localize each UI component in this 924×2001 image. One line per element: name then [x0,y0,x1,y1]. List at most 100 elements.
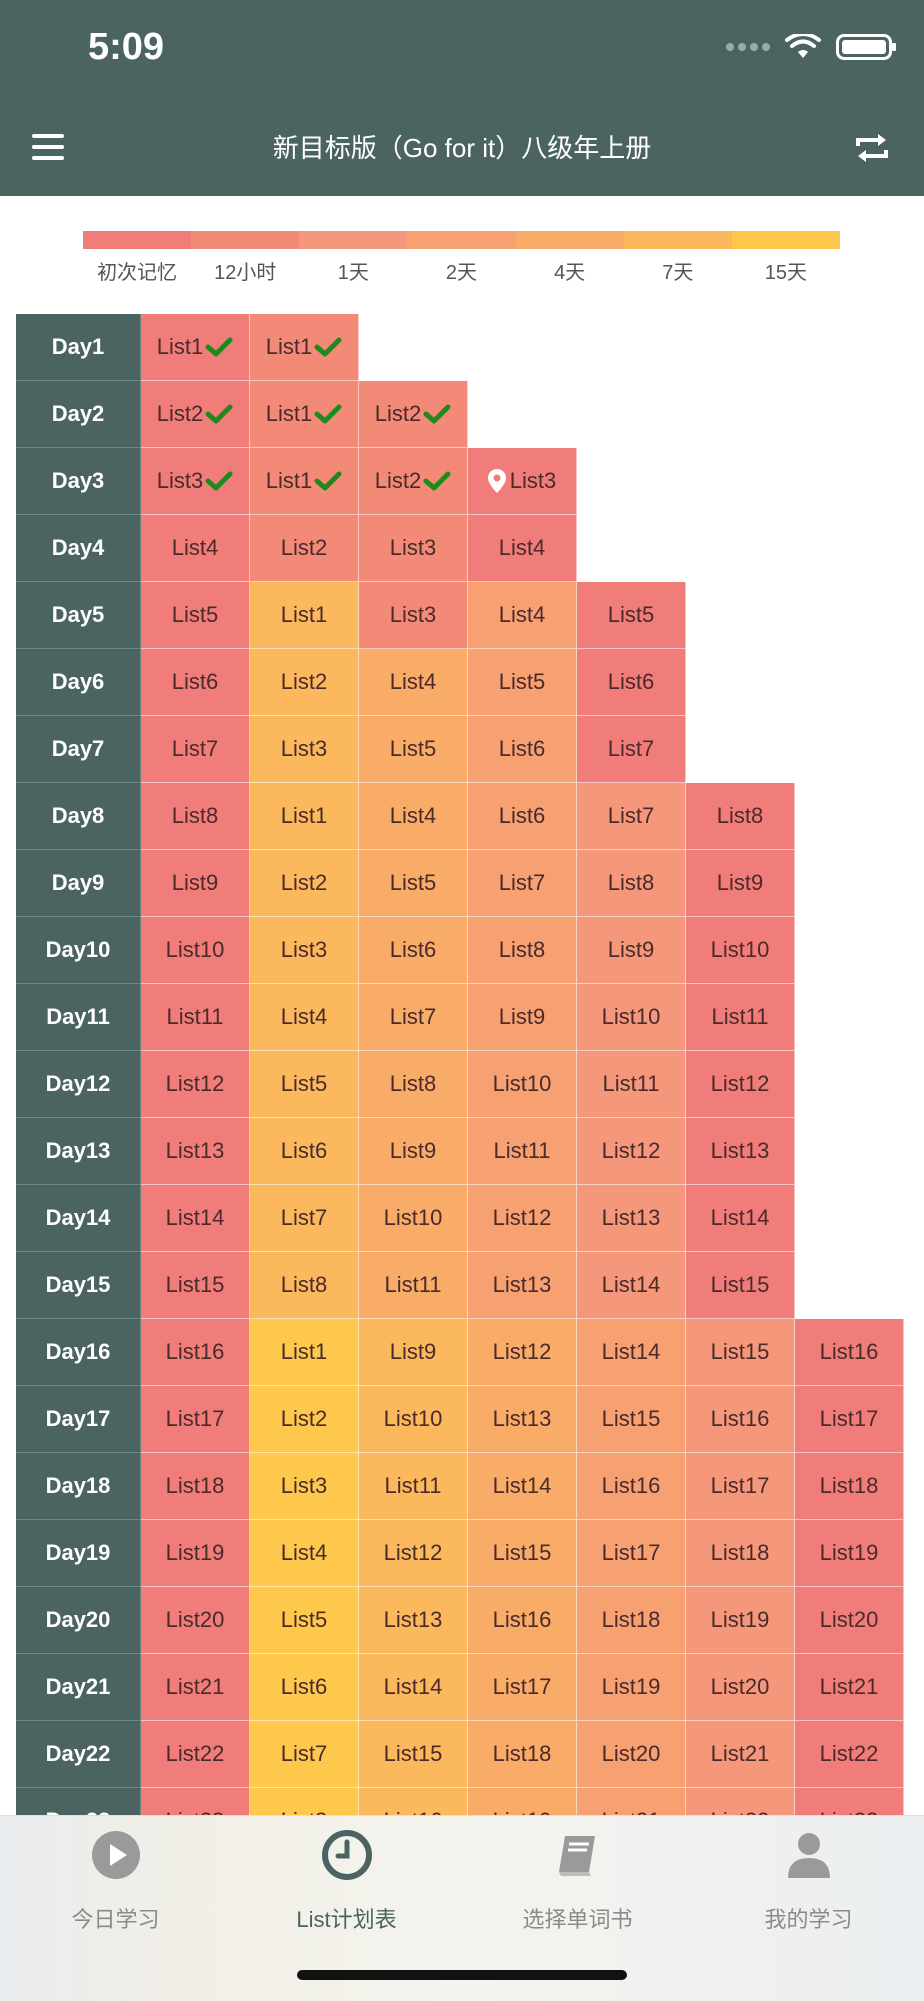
list-cell[interactable]: List3 [250,917,359,984]
list-cell[interactable]: List12 [577,1118,686,1185]
list-cell[interactable]: List18 [468,1721,577,1788]
list-cell[interactable]: List21 [141,1654,250,1721]
list-cell[interactable]: List12 [359,1520,468,1587]
list-cell[interactable]: List16 [141,1319,250,1386]
list-cell[interactable]: List9 [359,1118,468,1185]
list-cell[interactable]: List7 [577,783,686,850]
list-cell[interactable]: List5 [141,582,250,649]
list-cell[interactable]: List16 [468,1587,577,1654]
list-cell[interactable]: List8 [468,917,577,984]
list-cell[interactable]: List3 [468,448,577,515]
list-cell[interactable]: List11 [359,1252,468,1319]
list-cell[interactable]: List18 [577,1587,686,1654]
list-cell[interactable]: List1 [250,448,359,515]
list-cell[interactable]: List9 [359,1319,468,1386]
list-cell[interactable]: List13 [141,1118,250,1185]
list-cell[interactable]: List14 [359,1654,468,1721]
list-cell[interactable]: List16 [795,1319,904,1386]
hamburger-menu-icon[interactable] [32,134,64,160]
list-cell[interactable]: List7 [141,716,250,783]
list-cell[interactable]: List4 [250,984,359,1051]
list-cell[interactable]: List5 [468,649,577,716]
list-cell[interactable]: List6 [468,716,577,783]
list-cell[interactable]: List7 [468,850,577,917]
list-cell[interactable]: List4 [250,1520,359,1587]
list-cell[interactable]: List17 [468,1654,577,1721]
list-cell[interactable]: List22 [141,1721,250,1788]
list-cell[interactable]: List5 [359,850,468,917]
list-cell[interactable]: List3 [359,582,468,649]
list-cell[interactable]: List17 [795,1386,904,1453]
list-cell[interactable]: List7 [359,984,468,1051]
list-cell[interactable]: List20 [577,1721,686,1788]
list-cell[interactable]: List9 [468,984,577,1051]
list-cell[interactable]: List13 [468,1252,577,1319]
list-cell[interactable]: List8 [577,850,686,917]
list-cell[interactable]: List19 [686,1587,795,1654]
list-cell[interactable]: List3 [250,1453,359,1520]
refresh-swap-icon[interactable] [852,130,892,166]
list-cell[interactable]: List15 [141,1252,250,1319]
list-cell[interactable]: List12 [141,1051,250,1118]
list-cell[interactable]: List12 [686,1051,795,1118]
list-cell[interactable]: List20 [686,1654,795,1721]
list-cell[interactable]: List4 [468,582,577,649]
list-cell[interactable]: List10 [359,1386,468,1453]
list-cell[interactable]: List5 [250,1051,359,1118]
list-cell[interactable]: List21 [795,1654,904,1721]
list-cell[interactable]: List8 [359,1051,468,1118]
list-cell[interactable]: List13 [359,1587,468,1654]
list-cell[interactable]: List2 [359,381,468,448]
list-cell[interactable]: List18 [686,1520,795,1587]
list-cell[interactable]: List12 [468,1319,577,1386]
list-cell[interactable]: List20 [141,1587,250,1654]
tab-list-plan[interactable]: List计划表 [231,1816,462,1946]
list-cell[interactable]: List4 [468,515,577,582]
list-cell[interactable]: List3 [359,515,468,582]
list-cell[interactable]: List4 [141,515,250,582]
list-cell[interactable]: List16 [686,1386,795,1453]
list-cell[interactable]: List12 [468,1185,577,1252]
list-cell[interactable]: List5 [250,1587,359,1654]
list-cell[interactable]: List19 [795,1520,904,1587]
list-cell[interactable]: List15 [686,1252,795,1319]
list-cell[interactable]: List1 [250,582,359,649]
list-cell[interactable]: List22 [795,1721,904,1788]
list-cell[interactable]: List2 [250,649,359,716]
list-cell[interactable]: List17 [686,1453,795,1520]
list-cell[interactable]: List1 [250,314,359,381]
list-cell[interactable]: List14 [577,1319,686,1386]
list-cell[interactable]: List11 [141,984,250,1051]
list-cell[interactable]: List19 [577,1654,686,1721]
list-cell[interactable]: List2 [250,1386,359,1453]
list-cell[interactable]: List16 [577,1453,686,1520]
list-cell[interactable]: List8 [250,1252,359,1319]
list-cell[interactable]: List10 [468,1051,577,1118]
list-cell[interactable]: List10 [686,917,795,984]
tab-today-study[interactable]: 今日学习 [0,1816,231,1946]
list-cell[interactable]: List18 [795,1453,904,1520]
list-cell[interactable]: List10 [577,984,686,1051]
list-cell[interactable]: List10 [359,1185,468,1252]
list-cell[interactable]: List15 [686,1319,795,1386]
list-cell[interactable]: List10 [141,917,250,984]
list-cell[interactable]: List7 [577,716,686,783]
list-cell[interactable]: List13 [686,1118,795,1185]
list-cell[interactable]: List21 [686,1721,795,1788]
list-cell[interactable]: List2 [359,448,468,515]
list-cell[interactable]: List9 [141,850,250,917]
list-cell[interactable]: List5 [577,582,686,649]
list-cell[interactable]: List9 [686,850,795,917]
list-cell[interactable]: List15 [577,1386,686,1453]
list-cell[interactable]: List5 [359,716,468,783]
list-cell[interactable]: List1 [250,381,359,448]
list-cell[interactable]: List6 [577,649,686,716]
list-cell[interactable]: List6 [468,783,577,850]
list-cell[interactable]: List2 [141,381,250,448]
list-cell[interactable]: List11 [577,1051,686,1118]
list-cell[interactable]: List11 [468,1118,577,1185]
list-cell[interactable]: List4 [359,783,468,850]
list-cell[interactable]: List7 [250,1185,359,1252]
tab-select-wordbook[interactable]: 选择单词书 [462,1816,693,1946]
list-cell[interactable]: List1 [250,1319,359,1386]
